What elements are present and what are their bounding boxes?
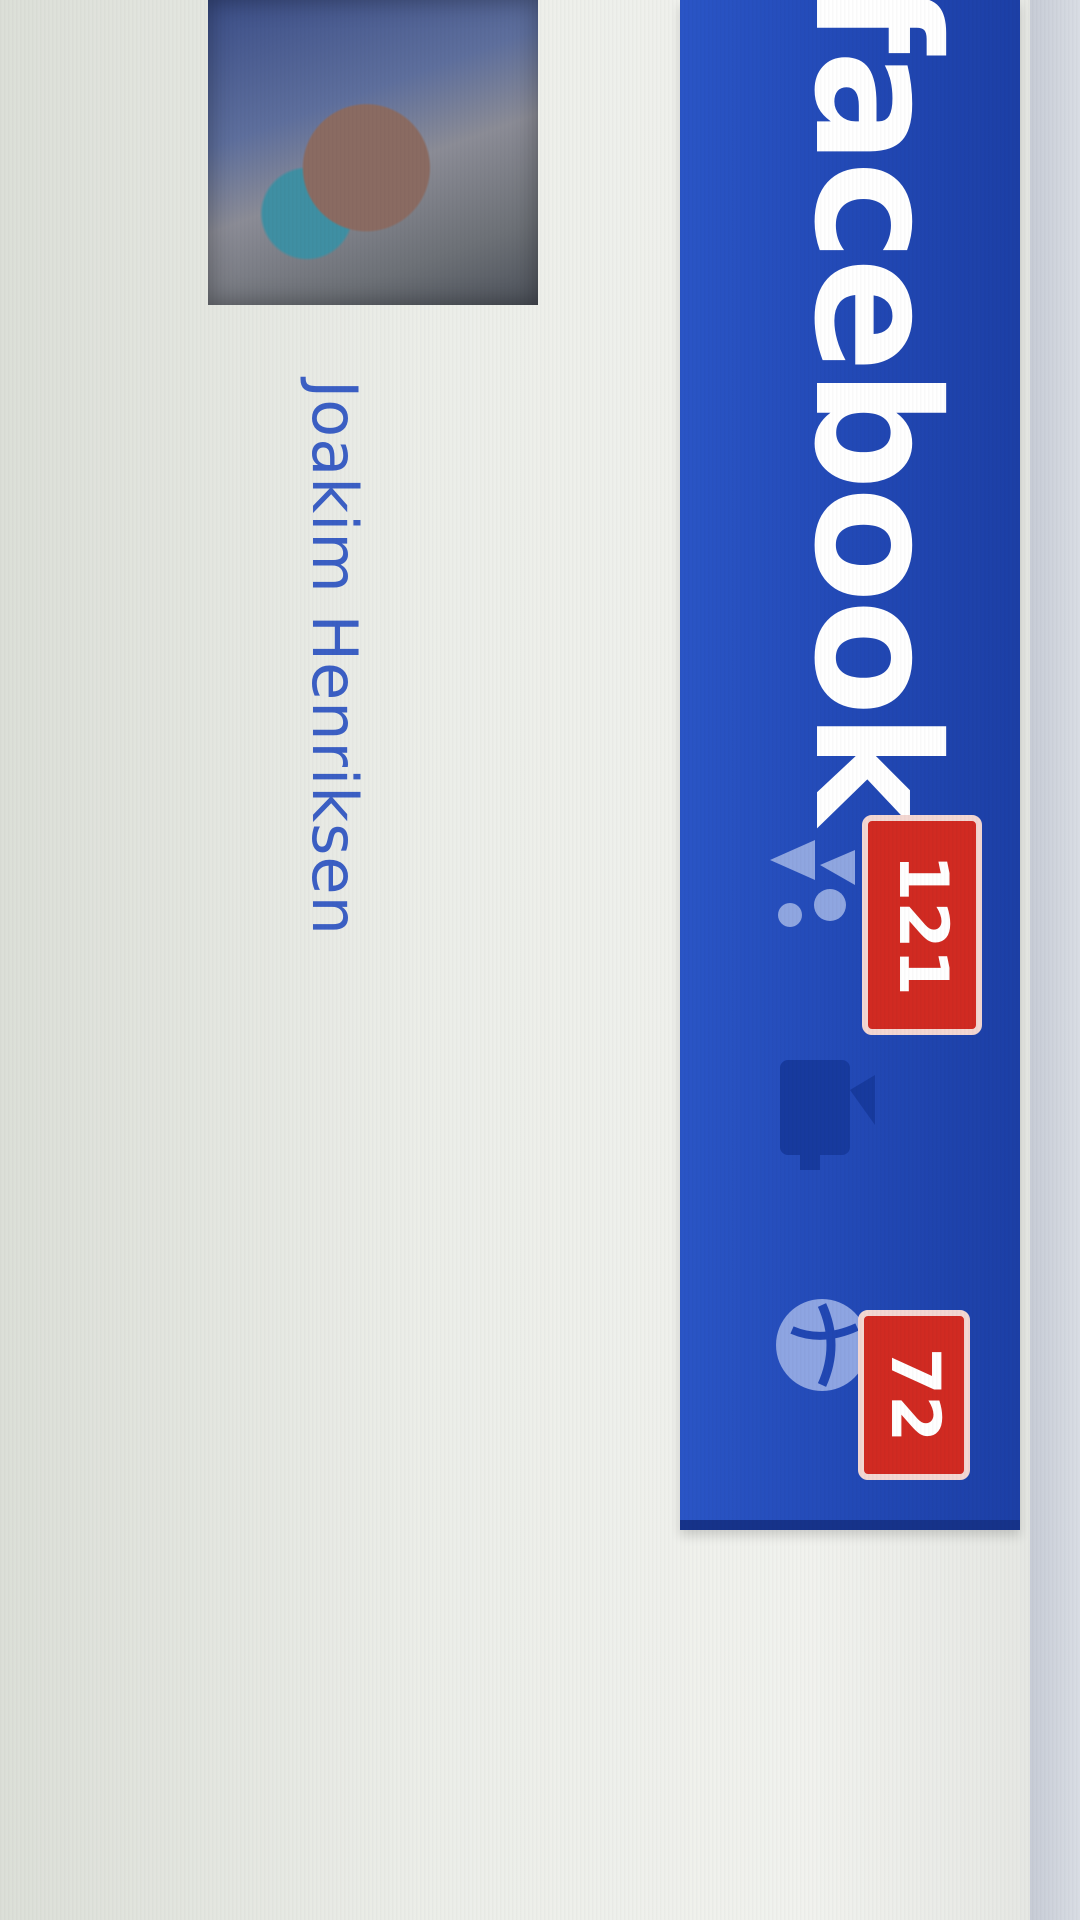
profile-name-link[interactable]: Joakim Henriksen xyxy=(298,380,371,936)
facebook-logo[interactable]: facebook xyxy=(776,0,974,821)
screen-edge xyxy=(1030,0,1080,1920)
messages-icon[interactable] xyxy=(770,1050,890,1180)
notifications-badge[interactable]: 72 xyxy=(858,1310,970,1480)
notifications-count: 72 xyxy=(875,1347,954,1443)
profile-avatar[interactable] xyxy=(208,0,538,305)
friend-requests-count: 121 xyxy=(883,854,962,996)
friends-icon[interactable] xyxy=(760,830,860,940)
friend-requests-badge[interactable]: 121 xyxy=(862,815,982,1035)
